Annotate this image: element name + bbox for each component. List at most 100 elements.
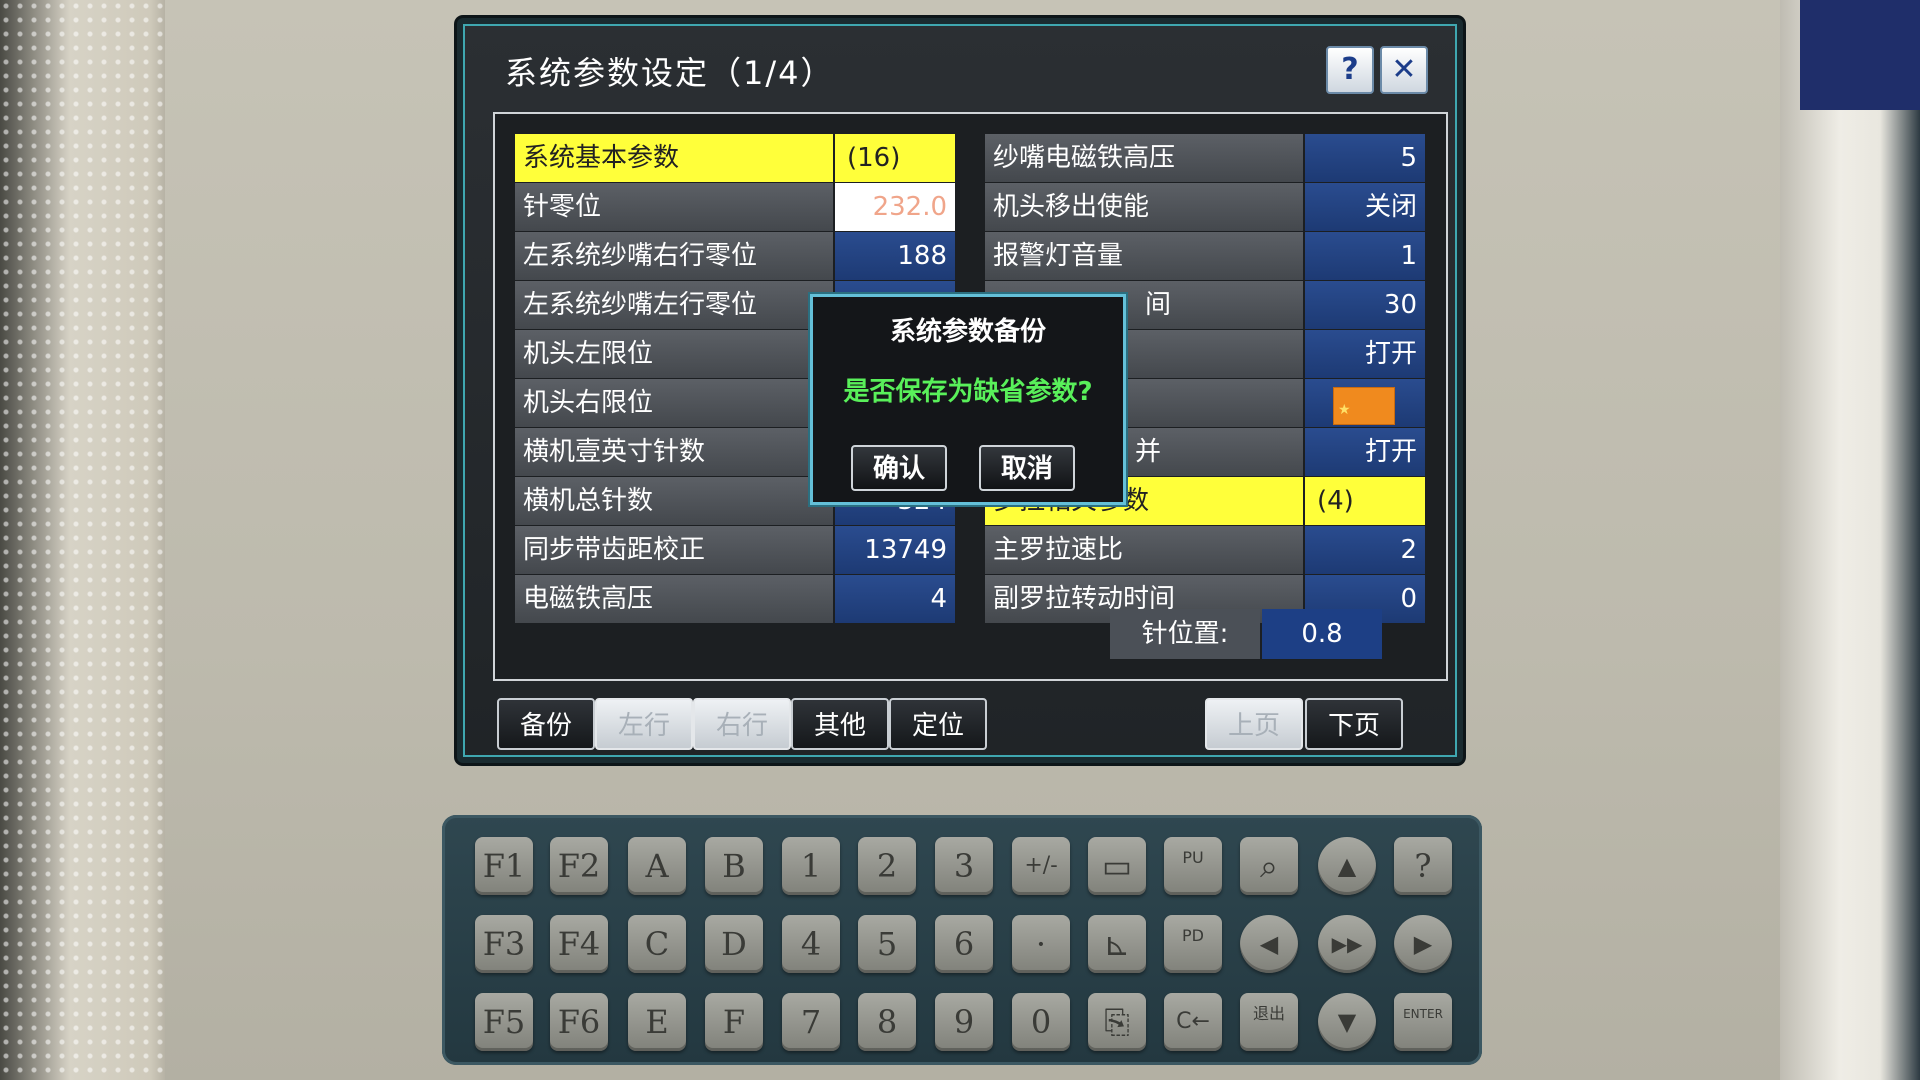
background-fabric-left [0, 0, 190, 1080]
param-row[interactable]: 左系统纱嘴右行零位 188 [515, 232, 955, 280]
key-9[interactable]: 9 [935, 993, 993, 1051]
dialog-title: 系统参数备份 [889, 317, 1046, 347]
key-c[interactable]: C [628, 915, 686, 973]
row-value: (4) [1305, 477, 1425, 525]
row-label: 针零位 [515, 183, 833, 231]
move-right-button[interactable]: 右行 [693, 698, 791, 750]
locate-button[interactable]: 定位 [889, 698, 987, 750]
row-value: (16) [835, 134, 955, 182]
row-label: 电磁铁高压 [515, 575, 833, 623]
screen: 系统参数设定（1/4） ? ✕ 系统基本参数 (16) 针零位 232.0 左系… [463, 24, 1457, 757]
move-left-button[interactable]: 左行 [595, 698, 693, 750]
key-3[interactable]: 3 [935, 837, 993, 895]
next-page-button[interactable]: 下页 [1305, 698, 1403, 750]
row-value: 打开 [1305, 330, 1425, 378]
value-input-selected[interactable]: 232.0 [835, 183, 955, 231]
row-value: 打开 [1305, 428, 1425, 476]
param-row[interactable]: 机头移出使能 关闭 [985, 183, 1425, 231]
row-label: 机头左限位 [515, 330, 833, 378]
row-label: 纱嘴电磁铁高压 [985, 134, 1303, 182]
cancel-button[interactable]: 取消 [979, 445, 1075, 491]
row-label: 系统基本参数 [515, 134, 833, 182]
row-label: 横机壹英寸针数 [515, 428, 833, 476]
key-page-down[interactable]: PD [1164, 915, 1222, 973]
arrow-up-icon[interactable]: ▲ [1318, 837, 1376, 895]
hand-icon[interactable]: ⊾ [1088, 915, 1146, 973]
row-value: 关闭 [1305, 183, 1425, 231]
param-row[interactable]: 报警灯音量 1 [985, 232, 1425, 280]
key-clear[interactable]: C← [1164, 993, 1222, 1051]
key-f5[interactable]: F5 [475, 993, 533, 1051]
copy-icon[interactable]: ⎘ [1088, 993, 1146, 1051]
row-label: 机头右限位 [515, 379, 833, 427]
row-label: 横机总针数 [515, 477, 833, 525]
key-dot[interactable]: · [1012, 915, 1070, 973]
key-2[interactable]: 2 [858, 837, 916, 895]
key-page-up[interactable]: PU [1164, 837, 1222, 895]
arrow-down-icon[interactable]: ▼ [1318, 993, 1376, 1051]
arrow-right-icon[interactable]: ▶ [1394, 915, 1452, 973]
row-label: 机头移出使能 [985, 183, 1303, 231]
confirm-button[interactable]: 确认 [851, 445, 947, 491]
row-value: 13749 [835, 526, 955, 574]
row-label: 主罗拉速比 [985, 526, 1303, 574]
background-fabric-right [1780, 0, 1920, 1080]
key-8[interactable]: 8 [858, 993, 916, 1051]
row-label: 同步带齿距校正 [515, 526, 833, 574]
key-exit[interactable]: 退出 [1240, 993, 1298, 1051]
search-icon[interactable]: ⌕ [1240, 837, 1298, 895]
key-f2[interactable]: F2 [550, 837, 608, 895]
other-button[interactable]: 其他 [791, 698, 889, 750]
row-value: 1 [1305, 232, 1425, 280]
save-icon[interactable]: ▭ [1088, 837, 1146, 895]
row-value: 4 [835, 575, 955, 623]
key-help[interactable]: ? [1394, 837, 1452, 895]
close-button[interactable]: ✕ [1380, 46, 1428, 94]
param-row[interactable]: 电磁铁高压 4 [515, 575, 955, 623]
row-value: 5 [1305, 134, 1425, 182]
display-bezel: 系统参数设定（1/4） ? ✕ 系统基本参数 (16) 针零位 232.0 左系… [457, 18, 1463, 763]
key-f4[interactable]: F4 [550, 915, 608, 973]
key-e[interactable]: E [628, 993, 686, 1051]
dialog-message: 是否保存为缺省参数? [843, 377, 1093, 407]
arrow-left-icon[interactable]: ◀ [1240, 915, 1298, 973]
key-0[interactable]: 0 [1012, 993, 1070, 1051]
key-f6[interactable]: F6 [550, 993, 608, 1051]
row-value: 30 [1305, 281, 1425, 329]
param-row-needle-zero[interactable]: 针零位 232.0 [515, 183, 955, 231]
needle-position-value: 0.8 [1262, 609, 1382, 659]
key-4[interactable]: 4 [782, 915, 840, 973]
backup-confirm-dialog: 系统参数备份 是否保存为缺省参数? 确认 取消 [810, 294, 1126, 505]
key-plus-minus[interactable]: +/- [1012, 837, 1070, 895]
param-row[interactable]: 同步带齿距校正 13749 [515, 526, 955, 574]
group-header-basic[interactable]: 系统基本参数 (16) [515, 134, 955, 182]
param-row[interactable]: 纱嘴电磁铁高压 5 [985, 134, 1425, 182]
key-1[interactable]: 1 [782, 837, 840, 895]
backup-button[interactable]: 备份 [497, 698, 595, 750]
help-button[interactable]: ? [1326, 46, 1374, 94]
key-a[interactable]: A [628, 837, 686, 895]
row-label: 报警灯音量 [985, 232, 1303, 280]
needle-position-label: 针位置: [1110, 609, 1260, 659]
param-row[interactable]: 主罗拉速比 2 [985, 526, 1425, 574]
row-value [1305, 379, 1425, 434]
key-5[interactable]: 5 [858, 915, 916, 973]
row-label: 左系统纱嘴右行零位 [515, 232, 833, 280]
prev-page-button[interactable]: 上页 [1205, 698, 1303, 750]
key-b[interactable]: B [705, 837, 763, 895]
key-enter[interactable]: ENTER [1394, 993, 1452, 1051]
row-value: 2 [1305, 526, 1425, 574]
key-6[interactable]: 6 [935, 915, 993, 973]
fast-forward-icon[interactable]: ▶▶ [1318, 915, 1376, 973]
key-f[interactable]: F [705, 993, 763, 1051]
key-f3[interactable]: F3 [475, 915, 533, 973]
china-flag-icon [1333, 386, 1395, 434]
key-f1[interactable]: F1 [475, 837, 533, 895]
row-label: 左系统纱嘴左行零位 [515, 281, 833, 329]
window-title: 系统参数设定（1/4） [505, 54, 835, 92]
key-7[interactable]: 7 [782, 993, 840, 1051]
key-d[interactable]: D [705, 915, 763, 973]
row-value: 188 [835, 232, 955, 280]
hardware-keypad: F1 F2 A B 1 2 3 +/- ▭ PU ⌕ ▲ ? F3 F4 C D… [442, 815, 1482, 1065]
background-blue-object [1800, 0, 1920, 110]
